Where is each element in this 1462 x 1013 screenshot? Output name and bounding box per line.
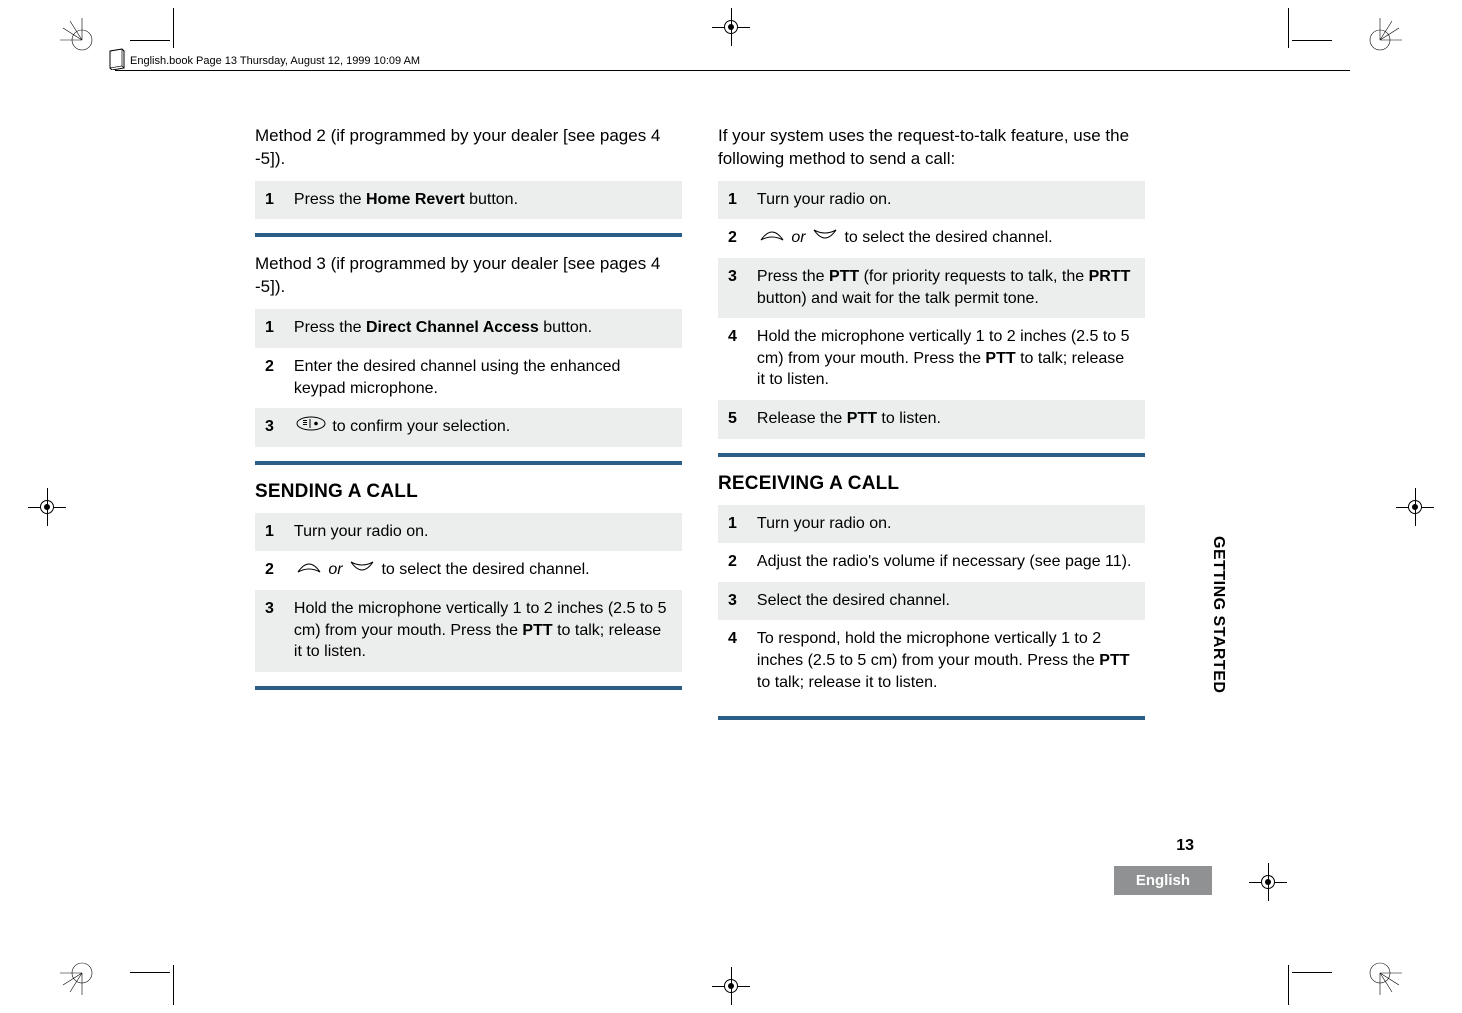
language-tab: English — [1114, 866, 1212, 895]
step-text: Adjust the radio's volume if necessary (… — [747, 543, 1145, 582]
table-row: 1 Press the Home Revert button. — [255, 181, 682, 220]
step-text: Press the PTT (for priority requests to … — [747, 258, 1145, 318]
table-row: 2 Enter the desired channel using the en… — [255, 348, 682, 408]
step-text: or to select the desired channel. — [747, 219, 1145, 258]
table-row: 3 to confirm your selection. — [255, 408, 682, 447]
step-number: 1 — [718, 181, 747, 220]
step-number: 1 — [718, 505, 747, 544]
step-number: 3 — [255, 408, 284, 447]
crop-mark — [173, 965, 174, 1005]
table-row: 4 Hold the microphone vertically 1 to 2 … — [718, 318, 1145, 400]
rtt-steps: 1 Turn your radio on. 2 or to select the… — [718, 181, 1145, 439]
step-text: Enter the desired channel using the enha… — [284, 348, 682, 408]
crop-mark — [130, 972, 170, 973]
method3-intro: Method 3 (if programmed by your dealer [… — [255, 253, 682, 299]
print-crosshair-bottom — [712, 967, 750, 1005]
step-text: Release the PTT to listen. — [747, 400, 1145, 439]
print-reg-fan-tl — [60, 18, 104, 62]
sending-call-steps: 1 Turn your radio on. 2 or to select the… — [255, 513, 682, 672]
step-text: to confirm your selection. — [284, 408, 682, 447]
table-row: 3 Press the PTT (for priority requests t… — [718, 258, 1145, 318]
table-row: 2 Adjust the radio's volume if necessary… — [718, 543, 1145, 582]
step-number: 2 — [718, 219, 747, 258]
table-row: 3 Select the desired channel. — [718, 582, 1145, 621]
step-text: Turn your radio on. — [284, 513, 682, 552]
nav-down-icon — [349, 559, 375, 581]
step-text: or to select the desired channel. — [284, 551, 682, 590]
menu-select-button-icon — [296, 416, 326, 438]
receiving-call-steps: 1 Turn your radio on. 2 Adjust the radio… — [718, 505, 1145, 703]
table-end-rule — [255, 233, 682, 237]
step-number: 1 — [255, 181, 284, 220]
step-number: 5 — [718, 400, 747, 439]
step-text: To respond, hold the microphone vertical… — [747, 620, 1145, 702]
print-crosshair-top — [712, 8, 750, 46]
table-end-rule — [255, 686, 682, 690]
step-text: Press the Direct Channel Access button. — [284, 309, 682, 348]
table-end-rule — [255, 461, 682, 465]
method3-steps: 1 Press the Direct Channel Access button… — [255, 309, 682, 446]
step-text: Select the desired channel. — [747, 582, 1145, 621]
table-row: 4 To respond, hold the microphone vertic… — [718, 620, 1145, 702]
table-row: 1 Turn your radio on. — [718, 181, 1145, 220]
table-row: 2 or to select the desired channel. — [255, 551, 682, 590]
crop-mark — [1288, 8, 1289, 48]
sending-call-heading: SENDING A CALL — [255, 481, 682, 503]
step-number: 4 — [718, 620, 747, 702]
table-row: 1 Press the Direct Channel Access button… — [255, 309, 682, 348]
section-tab-label: GETTING STARTED — [1209, 536, 1227, 693]
step-text: Hold the microphone vertically 1 to 2 in… — [747, 318, 1145, 400]
table-row: 3 Hold the microphone vertically 1 to 2 … — [255, 590, 682, 672]
book-icon — [108, 48, 126, 70]
table-end-rule — [718, 716, 1145, 720]
rtt-intro: If your system uses the request-to-talk … — [718, 125, 1145, 171]
header-rule — [115, 70, 1350, 71]
receiving-call-heading: RECEIVING A CALL — [718, 473, 1145, 495]
page-number: 13 — [1176, 837, 1194, 855]
step-number: 2 — [255, 551, 284, 590]
method2-steps: 1 Press the Home Revert button. — [255, 181, 682, 220]
table-row: 5 Release the PTT to listen. — [718, 400, 1145, 439]
step-number: 2 — [255, 348, 284, 408]
print-crosshair-right — [1396, 488, 1434, 526]
step-number: 1 — [255, 309, 284, 348]
step-text: Turn your radio on. — [747, 181, 1145, 220]
step-text: Press the Home Revert button. — [284, 181, 682, 220]
step-text: Hold the microphone vertically 1 to 2 in… — [284, 590, 682, 672]
print-crosshair-br-outer — [1249, 863, 1287, 901]
step-number: 3 — [255, 590, 284, 672]
crop-mark — [130, 40, 170, 41]
header-running-text: English.book Page 13 Thursday, August 12… — [130, 55, 420, 67]
step-number: 2 — [718, 543, 747, 582]
method2-intro: Method 2 (if programmed by your dealer [… — [255, 125, 682, 171]
crop-mark — [1292, 972, 1332, 973]
step-number: 1 — [255, 513, 284, 552]
crop-mark — [1288, 965, 1289, 1005]
table-row: 1 Turn your radio on. — [718, 505, 1145, 544]
right-column: If your system uses the request-to-talk … — [718, 125, 1145, 720]
table-row: 2 or to select the desired channel. — [718, 219, 1145, 258]
step-number: 3 — [718, 258, 747, 318]
nav-down-icon — [812, 227, 838, 249]
nav-up-icon — [759, 227, 785, 249]
page-content: Method 2 (if programmed by your dealer [… — [255, 125, 1145, 720]
print-reg-fan-tr — [1358, 18, 1402, 62]
print-reg-fan-br — [1358, 951, 1402, 995]
step-text: Turn your radio on. — [747, 505, 1145, 544]
step-number: 3 — [718, 582, 747, 621]
table-end-rule — [718, 453, 1145, 457]
table-row: 1 Turn your radio on. — [255, 513, 682, 552]
step-number: 4 — [718, 318, 747, 400]
crop-mark — [173, 8, 174, 48]
nav-up-icon — [296, 559, 322, 581]
crop-mark — [1292, 40, 1332, 41]
left-column: Method 2 (if programmed by your dealer [… — [255, 125, 682, 720]
print-crosshair-left — [28, 488, 66, 526]
print-reg-fan-bl — [60, 951, 104, 995]
